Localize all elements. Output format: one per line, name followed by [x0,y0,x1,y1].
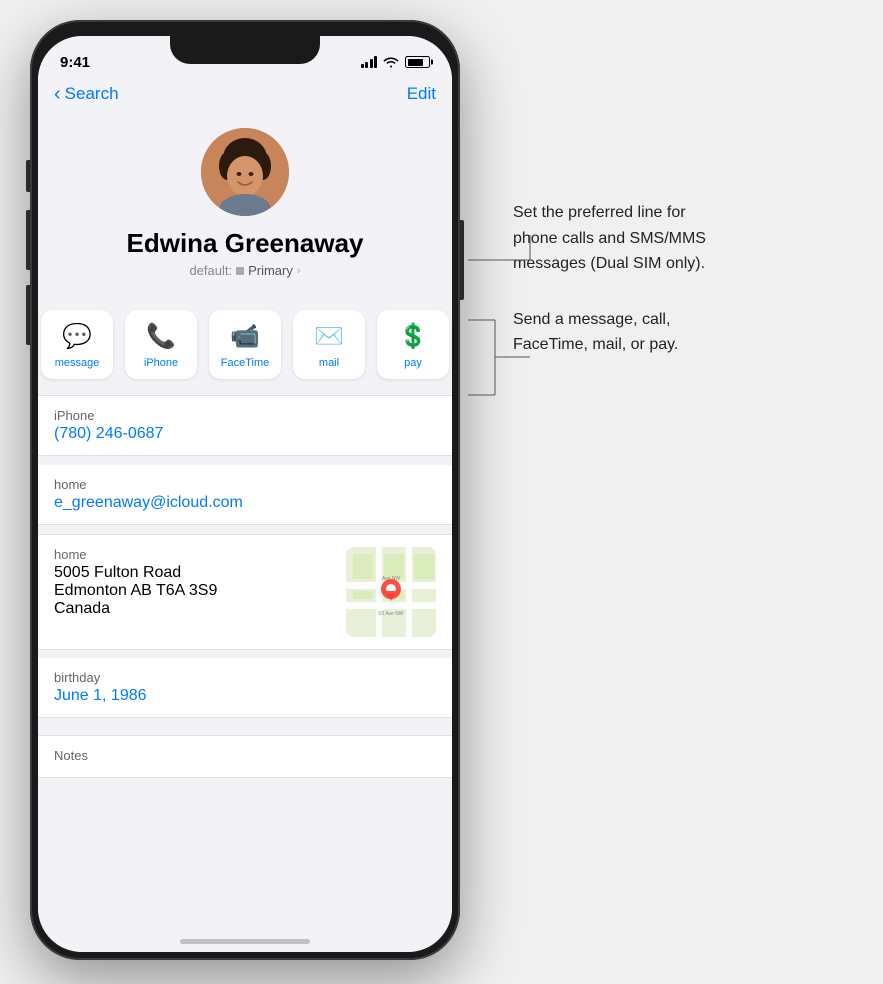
annotation-dual-sim: Set the preferred line for phone calls a… [513,200,853,277]
notes-section[interactable]: Notes [38,735,452,778]
power-button[interactable] [460,220,464,300]
message-button[interactable]: 💬 message [41,310,113,379]
facetime-button-label: FaceTime [221,357,270,369]
phone-button-label: iPhone [144,357,178,369]
mail-button[interactable]: ✉️ mail [293,310,365,379]
contact-name: Edwina Greenaway [127,228,364,259]
notch [170,36,320,64]
phone-screen: 9:41 ‹ Search Edit [38,36,452,952]
email-address[interactable]: e_greenaway@icloud.com [54,494,436,512]
mail-icon: ✉️ [314,322,344,351]
address-section[interactable]: home 5005 Fulton Road Edmonton AB T6A 3S… [38,534,452,650]
section-gap-2 [38,526,452,534]
facetime-icon: 📹 [230,322,260,351]
signal-icon [361,56,378,68]
birthday-section[interactable]: birthday June 1, 1986 [38,658,452,718]
annotation-area: Set the preferred line for phone calls a… [513,200,853,358]
sim-dot-icon [236,267,244,275]
phone-button[interactable]: 📞 iPhone [125,310,197,379]
address-line1: 5005 Fulton Road [54,564,334,582]
avatar [201,128,289,216]
address-line2: Edmonton AB T6A 3S9 [54,582,334,600]
phone-number[interactable]: (780) 246-0687 [54,425,436,443]
battery-icon [405,56,430,68]
address-text: home 5005 Fulton Road Edmonton AB T6A 3S… [54,547,334,618]
pay-button[interactable]: 💲 pay [377,310,449,379]
back-button[interactable]: ‹ Search [54,84,119,104]
mute-button[interactable] [26,160,30,192]
section-gap-4 [38,719,452,727]
annotation-actions: Send a message, call, FaceTime, mail, or… [513,307,853,358]
phone-icon: 📞 [146,322,176,351]
contact-default-line[interactable]: default: Primary › [189,263,300,278]
pay-icon: 💲 [398,322,428,351]
wifi-icon [383,56,399,68]
volume-up-button[interactable] [26,210,30,270]
action-buttons-row: 💬 message 📞 iPhone 📹 FaceTime ✉️ mail 💲 … [38,298,452,395]
message-button-label: message [55,357,100,369]
annotation-actions-text: Send a message, call, FaceTime, mail, or… [513,307,853,358]
back-label: Search [65,84,119,104]
birthday-label: birthday [54,670,436,685]
phone-section[interactable]: iPhone (780) 246-0687 [38,395,452,456]
pay-button-label: pay [404,357,422,369]
facetime-button[interactable]: 📹 FaceTime [209,310,281,379]
notes-label: Notes [54,748,436,763]
email-type-label: home [54,477,436,492]
section-gap-1 [38,457,452,465]
nav-bar: ‹ Search Edit [38,80,452,112]
volume-down-button[interactable] [26,285,30,345]
email-section[interactable]: home e_greenaway@icloud.com [38,465,452,525]
message-icon: 💬 [62,322,92,351]
status-time: 9:41 [60,54,90,71]
status-icons [361,56,431,68]
default-chevron-icon: › [297,265,301,277]
phone-type-label: iPhone [54,408,436,423]
address-type-label: home [54,547,334,562]
map-thumbnail[interactable]: Ave NW 03 Ave NW [346,547,436,637]
primary-label: Primary [248,263,293,278]
home-indicator[interactable] [180,939,310,944]
back-chevron-icon: ‹ [54,84,61,104]
address-line3: Canada [54,600,334,618]
svg-text:03 Ave NW: 03 Ave NW [379,611,404,617]
section-gap-3 [38,650,452,658]
contact-header: Edwina Greenaway default: Primary › [38,112,452,298]
scroll-content[interactable]: iPhone (780) 246-0687 home e_greenaway@i… [38,395,452,952]
birthday-value[interactable]: June 1, 1986 [54,687,436,705]
phone-frame: 9:41 ‹ Search Edit [30,20,460,960]
edit-button[interactable]: Edit [407,84,436,104]
annotation-dual-sim-text: Set the preferred line for phone calls a… [513,200,853,277]
default-label: default: [189,263,232,278]
mail-button-label: mail [319,357,339,369]
